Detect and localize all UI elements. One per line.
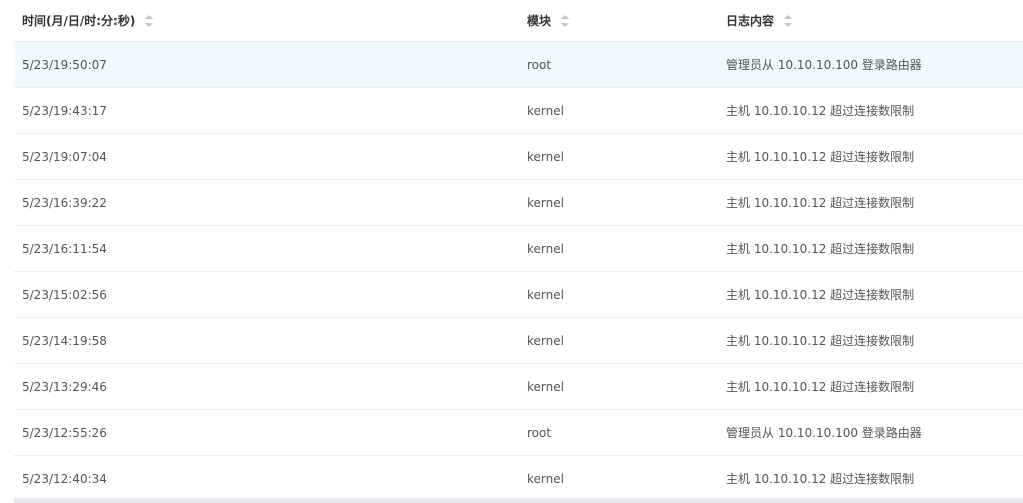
cell-content: 主机 10.10.10.12 超过连接数限制 [726, 472, 915, 486]
sort-icon[interactable] [561, 14, 570, 27]
cell-module: kernel [527, 195, 564, 210]
table-row[interactable]: 5/23/13:29:46 kernel 主机 10.10.10.12 超过连接数限… [14, 364, 1023, 410]
table-row[interactable]: 5/23/12:40:34 kernel 主机 10.10.10.12 超过连接数限… [14, 456, 1023, 502]
cell-module: kernel [527, 103, 564, 118]
cell-content: 主机 10.10.10.12 超过连接数限制 [726, 150, 915, 164]
cell-module: kernel [527, 471, 564, 486]
cell-time: 5/23/12:55:26 [22, 425, 107, 440]
cell-time: 5/23/12:40:34 [22, 471, 107, 486]
cell-time: 5/23/13:29:46 [22, 379, 107, 394]
column-header-content-label: 日志内容 [726, 14, 775, 28]
cell-content: 主机 10.10.10.12 超过连接数限制 [726, 104, 915, 118]
table-row[interactable]: 5/23/16:39:22 kernel 主机 10.10.10.12 超过连接数限… [14, 180, 1023, 226]
column-header-module-label: 模块 [527, 14, 552, 28]
table-row[interactable]: 5/23/15:02:56 kernel 主机 10.10.10.12 超过连接数限… [14, 272, 1023, 318]
table-row[interactable]: 5/23/19:43:17 kernel 主机 10.10.10.12 超过连接数限… [14, 88, 1023, 134]
table-header: 时间(月/日/时:分:秒) 模块 日志内容 [14, 0, 1023, 42]
table-row[interactable]: 5/23/19:07:04 kernel 主机 10.10.10.12 超过连接数限… [14, 134, 1023, 180]
cell-content: 管理员从 10.10.10.100 登录路由器 [726, 426, 922, 440]
column-header-time-label: 时间(月/日/时:分:秒) [22, 14, 136, 28]
table-row[interactable]: 5/23/19:50:07 root 管理员从 10.10.10.100 登录路由器 [14, 42, 1023, 88]
log-table: 时间(月/日/时:分:秒) 模块 日志内容 5/23/19:50:07 root 管… [14, 0, 1023, 502]
cell-module: root [527, 425, 552, 440]
cell-time: 5/23/16:39:22 [22, 195, 107, 210]
cell-module: kernel [527, 241, 564, 256]
cell-content: 主机 10.10.10.12 超过连接数限制 [726, 334, 915, 348]
cell-module: kernel [527, 149, 564, 164]
cell-content: 主机 10.10.10.12 超过连接数限制 [726, 196, 915, 210]
column-header-module[interactable]: 模块 [527, 12, 726, 29]
cell-module: kernel [527, 333, 564, 348]
column-header-time[interactable]: 时间(月/日/时:分:秒) [14, 12, 527, 29]
table-row[interactable]: 5/23/12:55:26 root 管理员从 10.10.10.100 登录路由器 [14, 410, 1023, 456]
cell-time: 5/23/16:11:54 [22, 241, 107, 256]
cell-module: kernel [527, 287, 564, 302]
cell-content: 主机 10.10.10.12 超过连接数限制 [726, 380, 915, 394]
cell-time: 5/23/14:19:58 [22, 333, 107, 348]
table-row[interactable]: 5/23/14:19:58 kernel 主机 10.10.10.12 超过连接数限… [14, 318, 1023, 364]
table-row[interactable]: 5/23/16:11:54 kernel 主机 10.10.10.12 超过连接数限… [14, 226, 1023, 272]
cell-content: 管理员从 10.10.10.100 登录路由器 [726, 58, 922, 72]
cell-module: root [527, 57, 552, 72]
table-body: 5/23/19:50:07 root 管理员从 10.10.10.100 登录路由器… [14, 42, 1023, 502]
horizontal-scrollbar[interactable] [14, 498, 1023, 503]
cell-time: 5/23/15:02:56 [22, 287, 107, 302]
cell-content: 主机 10.10.10.12 超过连接数限制 [726, 288, 915, 302]
column-header-content[interactable]: 日志内容 [726, 12, 1023, 29]
sort-icon[interactable] [784, 14, 793, 27]
cell-time: 5/23/19:43:17 [22, 103, 107, 118]
cell-time: 5/23/19:50:07 [22, 57, 107, 72]
sort-icon[interactable] [145, 14, 154, 27]
cell-module: kernel [527, 379, 564, 394]
cell-content: 主机 10.10.10.12 超过连接数限制 [726, 242, 915, 256]
cell-time: 5/23/19:07:04 [22, 149, 107, 164]
